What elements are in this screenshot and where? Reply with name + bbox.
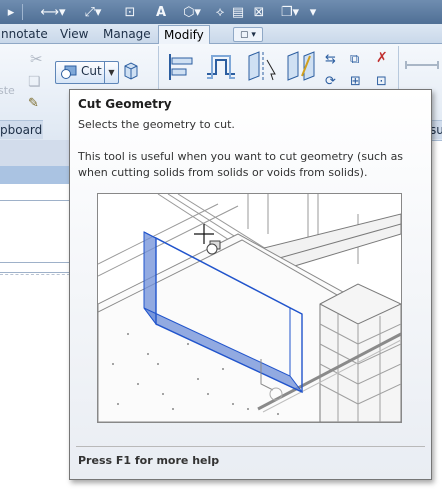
tooltip-illustration — [97, 193, 402, 423]
join-geometry-icon[interactable] — [122, 61, 140, 81]
tab-manage[interactable]: Manage — [98, 26, 156, 42]
ribbon-minimize-button[interactable]: ▢ ▾ — [233, 27, 263, 42]
toolbar-separator — [22, 4, 23, 20]
tooltip-title: Cut Geometry — [78, 97, 172, 111]
tab-annotate[interactable]: nnotate — [0, 26, 53, 42]
offset-icon[interactable] — [204, 52, 238, 82]
mirror-pick-axis-icon[interactable] — [245, 50, 277, 84]
copy-icon[interactable]: ❏ — [28, 74, 41, 90]
cut-geometry-icon — [61, 65, 77, 79]
cut-geometry-illustration — [98, 194, 401, 422]
measure-tool-icon[interactable] — [404, 58, 440, 72]
properties-highlight — [0, 166, 70, 184]
mirror-draw-axis-icon[interactable] — [284, 50, 316, 84]
array-icon[interactable]: ⊞ — [350, 74, 361, 89]
toolbar-arrow-icon[interactable]: ▸ — [4, 2, 18, 22]
drawing-edge — [0, 274, 70, 325]
text-icon[interactable]: A — [154, 2, 168, 22]
divider — [0, 272, 70, 273]
tab-modify[interactable]: Modify — [158, 25, 210, 44]
rotate-icon[interactable]: ⟳ — [325, 74, 336, 89]
customize-toolbar-icon[interactable]: ▾ — [306, 2, 320, 22]
thin-lines-icon[interactable]: ▤ — [230, 2, 246, 22]
cut-clipboard-icon[interactable]: ✂ — [30, 50, 43, 68]
measure-icon[interactable]: ⤢▾ — [80, 2, 106, 22]
divider — [0, 262, 70, 263]
chevron-down-icon[interactable]: ▼ — [104, 62, 118, 83]
quick-access-toolbar: ▸ ⟷▾ ⤢▾ ⊡ A ⬡▾ ⟡ ▤ ⊠ ❐▾ ▾ — [0, 0, 442, 25]
tab-view[interactable]: View — [55, 26, 93, 42]
3d-view-icon[interactable]: ⬡▾ — [178, 2, 206, 22]
divider — [0, 200, 70, 201]
tooltip: Cut Geometry Selects the geometry to cut… — [69, 89, 432, 480]
ribbon-tab-bar: nnotate View Manage Modify ▢ ▾ — [0, 24, 442, 44]
section-icon[interactable]: ⟡ — [212, 2, 228, 22]
tooltip-divider — [76, 446, 425, 447]
tag-icon[interactable]: ⊡ — [122, 2, 138, 22]
cut-button-label: Cut — [81, 64, 102, 78]
align-dimension-icon[interactable]: ⟷▾ — [40, 2, 66, 22]
move-icon[interactable]: ⇆ — [325, 52, 336, 67]
paste-label: ste — [0, 84, 15, 97]
clipboard-panel-label: pboard — [0, 120, 43, 139]
clipboard-label: pboard — [0, 123, 43, 137]
delete-icon[interactable]: ✗ — [376, 50, 388, 66]
switch-windows-icon[interactable]: ❐▾ — [276, 2, 304, 22]
tooltip-help-hint: Press F1 for more help — [78, 454, 220, 467]
align-icon[interactable] — [166, 52, 196, 82]
match-properties-icon[interactable]: ✎ — [28, 96, 39, 111]
scale-icon[interactable]: ⊡ — [376, 74, 387, 89]
tooltip-subtitle: Selects the geometry to cut. — [78, 118, 235, 131]
cut-geometry-button[interactable]: Cut ▼ — [55, 61, 119, 84]
close-hidden-windows-icon[interactable]: ⊠ — [250, 2, 268, 22]
tooltip-description: This tool is useful when you want to cut… — [78, 150, 404, 179]
copy-element-icon[interactable]: ⧉ — [350, 52, 359, 67]
properties-strip — [0, 140, 70, 166]
